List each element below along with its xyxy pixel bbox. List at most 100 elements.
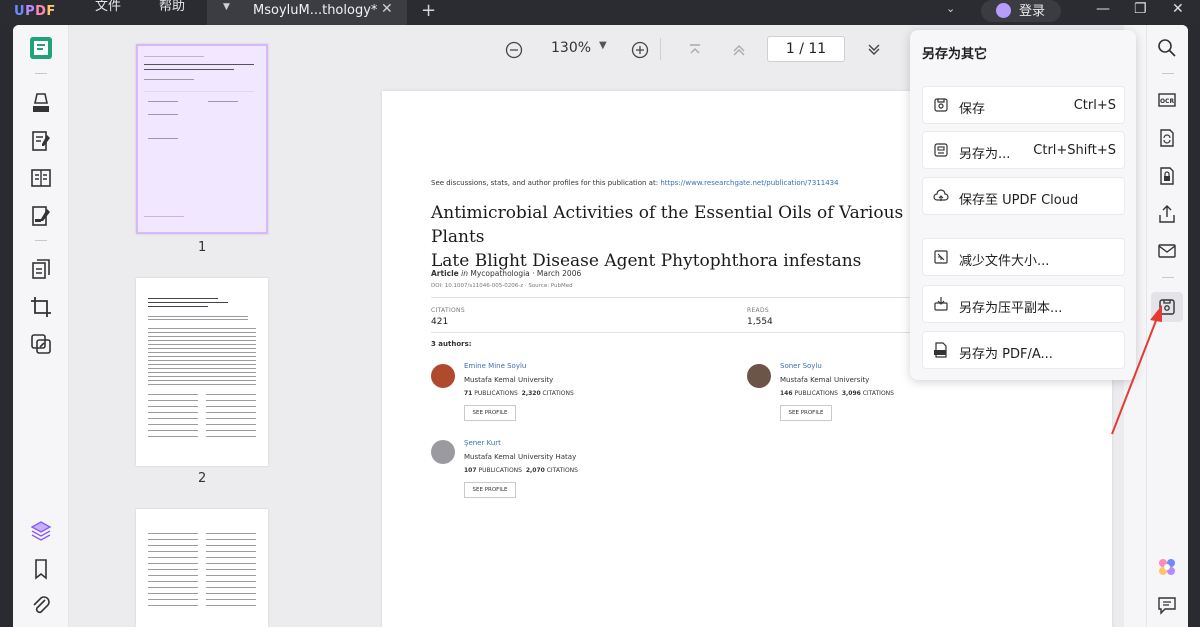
zoom-dropdown-icon[interactable]: ▼ <box>599 40 607 51</box>
app-window: 1 2 130% ▼ 1 / 11 See discussions, stats… <box>13 25 1188 627</box>
attachment-icon[interactable] <box>29 594 53 618</box>
organize-pages-icon[interactable] <box>29 257 53 281</box>
reduce-size-label: 减少文件大小... <box>959 254 1050 269</box>
see-profile-button[interactable]: SEE PROFILE <box>780 405 832 421</box>
thumbnail-page-2[interactable] <box>136 278 268 466</box>
app-logo: UPDF <box>14 4 56 19</box>
highlight-icon[interactable] <box>29 91 53 115</box>
publication-link[interactable]: https://www.researchgate.net/publication… <box>660 179 838 187</box>
zoom-in-icon[interactable] <box>631 41 649 59</box>
author-stats: 146 PUBLICATIONS 3,096 CITATIONS <box>780 390 894 397</box>
author-photo <box>431 440 455 464</box>
author-university: Mustafa Kemal University <box>464 376 554 384</box>
thumbnail-page-1[interactable] <box>136 44 268 234</box>
left-toolbar <box>13 25 69 627</box>
author-stats: 107 PUBLICATIONS 2,070 CITATIONS <box>464 467 578 474</box>
author-university: Mustafa Kemal University Hatay <box>464 453 577 461</box>
page-separator: / <box>799 41 804 57</box>
save-pdfa-item[interactable]: 另存为 PDF/A... <box>922 331 1125 369</box>
restore-icon[interactable]: ❐ <box>1134 1 1147 17</box>
new-tab-icon[interactable]: + <box>421 0 436 21</box>
flatten-icon <box>934 297 948 311</box>
document-title: Antimicrobial Activities of the Essentia… <box>431 203 904 271</box>
share-icon[interactable] <box>1156 203 1178 225</box>
reduce-size-item[interactable]: 减少文件大小... <box>922 238 1125 276</box>
login-button[interactable]: 登录 <box>981 0 1061 22</box>
save-icon <box>934 98 948 112</box>
article-info: Article in Mycopathologia · March 2006 <box>431 269 582 278</box>
login-label: 登录 <box>1019 4 1046 19</box>
page-number-input[interactable]: 1 / 11 <box>767 36 845 62</box>
author-name[interactable]: Emine Mine Soylu <box>464 362 526 370</box>
document-tab[interactable]: ▼ MsoyluM...thology* ✕ <box>207 0 407 25</box>
header-note: See discussions, stats, and author profi… <box>431 179 839 187</box>
save-as-menu: 另存为其它 保存 Ctrl+S 另存为... Ctrl+Shift+S 保存至 … <box>910 30 1136 380</box>
save-item[interactable]: 保存 Ctrl+S <box>922 86 1125 124</box>
comment-icon[interactable] <box>1156 594 1178 616</box>
author-name[interactable]: Soner Soylu <box>780 362 822 370</box>
close-window-icon[interactable]: ✕ <box>1172 1 1184 17</box>
layers-icon[interactable] <box>29 519 53 543</box>
tab-title: MsoyluM...thology* <box>253 3 378 18</box>
protect-icon[interactable] <box>1156 165 1178 187</box>
title-bar: UPDF 文件 帮助 ▼ MsoyluM...thology* ✕ + ⌄ 登录… <box>0 0 1200 25</box>
zoom-level[interactable]: 130% <box>551 40 591 56</box>
page-total: 11 <box>808 41 827 57</box>
author-photo <box>431 364 455 388</box>
compress-icon <box>934 250 948 264</box>
save-flatten-item[interactable]: 另存为压平副本... <box>922 285 1125 323</box>
edit-pdf-icon[interactable] <box>29 129 53 153</box>
right-toolbar: OCR <box>1146 25 1188 627</box>
search-icon[interactable] <box>1156 37 1178 59</box>
see-profile-button[interactable]: SEE PROFILE <box>464 405 516 421</box>
author-university: Mustafa Kemal University <box>780 376 870 384</box>
next-page-icon[interactable] <box>865 41 883 59</box>
cloud-icon <box>933 189 949 201</box>
first-page-icon[interactable] <box>686 41 704 59</box>
save-as-item-label: 另存为... <box>959 147 1011 162</box>
tab-dropdown-icon[interactable]: ▼ <box>223 2 230 12</box>
save-shortcut: Ctrl+S <box>1073 98 1116 113</box>
reads-value: 1,554 <box>747 317 773 327</box>
bookmark-icon[interactable] <box>29 557 53 581</box>
save-as-icon <box>934 143 948 157</box>
authors-heading: 3 authors: <box>431 340 472 348</box>
save-to-cloud-item[interactable]: 保存至 UPDF Cloud <box>922 177 1125 215</box>
previous-page-icon[interactable] <box>730 41 748 59</box>
reads-label: READS <box>747 307 769 314</box>
convert-icon[interactable] <box>1156 127 1178 149</box>
thumbnail-page-3[interactable] <box>136 509 268 627</box>
sign-icon[interactable] <box>29 204 53 228</box>
thumbnail-panel: 1 2 <box>69 25 349 627</box>
save-as-shortcut: Ctrl+Shift+S <box>1033 143 1116 158</box>
zoom-out-icon[interactable] <box>505 41 523 59</box>
citations-label: CITATIONS <box>431 307 465 314</box>
form-icon[interactable] <box>29 166 53 190</box>
reader-icon[interactable] <box>29 36 53 60</box>
save-flatten-label: 另存为压平副本... <box>959 301 1063 316</box>
author-stats: 71 PUBLICATIONS 2,320 CITATIONS <box>464 390 574 397</box>
thumbnail-page-number: 1 <box>198 240 207 255</box>
citations-value: 421 <box>431 317 449 327</box>
save-pdfa-label: 另存为 PDF/A... <box>959 347 1053 362</box>
author-photo <box>747 364 771 388</box>
menu-help[interactable]: 帮助 <box>159 0 185 25</box>
chevron-down-icon[interactable]: ⌄ <box>946 2 955 15</box>
tab-close-icon[interactable]: ✕ <box>381 1 393 17</box>
tools-icon[interactable] <box>29 332 53 356</box>
author-name[interactable]: Şener Kurt <box>464 439 501 447</box>
thumbnail-page-number: 2 <box>198 471 207 486</box>
minimize-icon[interactable]: — <box>1096 1 1110 17</box>
ai-assistant-icon[interactable] <box>1156 556 1178 578</box>
pdfa-icon <box>934 342 947 358</box>
menu-file[interactable]: 文件 <box>95 0 121 25</box>
save-other-icon[interactable] <box>1156 296 1178 318</box>
doi: DOI: 10.1007/s11046-005-0206-z · Source:… <box>431 283 573 289</box>
save-as-item[interactable]: 另存为... Ctrl+Shift+S <box>922 131 1125 169</box>
crop-icon[interactable] <box>29 295 53 319</box>
save-item-label: 保存 <box>959 102 986 117</box>
ocr-icon[interactable]: OCR <box>1156 89 1178 111</box>
page-current: 1 <box>785 41 795 57</box>
email-icon[interactable] <box>1156 240 1178 262</box>
see-profile-button[interactable]: SEE PROFILE <box>464 482 516 498</box>
